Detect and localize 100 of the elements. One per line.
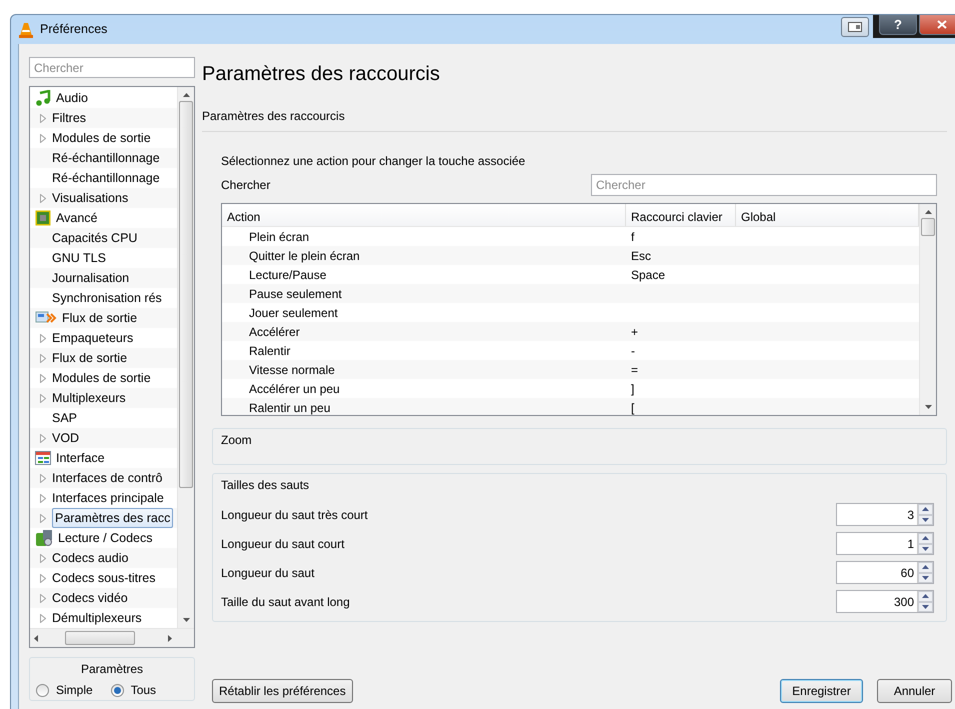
table-cell-text: Plein écran — [248, 228, 310, 246]
down-arrow-icon — [182, 618, 190, 622]
window-title: Préférences — [40, 21, 108, 38]
tree-item[interactable]: SAP — [52, 408, 78, 428]
expand-arrow-icon[interactable] — [40, 434, 47, 442]
up-arrow-icon — [924, 210, 932, 214]
search-field[interactable]: Chercher — [591, 174, 937, 196]
scrollbar-thumb[interactable] — [65, 631, 135, 645]
table-cell-text: - — [630, 342, 636, 360]
music-note-icon — [35, 90, 51, 106]
radio-button[interactable] — [36, 684, 49, 696]
expand-arrow-icon[interactable] — [40, 334, 47, 342]
expand-arrow-icon[interactable] — [40, 514, 47, 522]
radio-option[interactable]: Tous — [110, 681, 156, 699]
table-cell-text: Accélérer — [248, 324, 301, 340]
right-arrow-icon — [168, 634, 172, 642]
save-button[interactable]: Enregistrer — [780, 679, 863, 703]
scrollbar-thumb[interactable] — [921, 218, 935, 236]
box-gear-icon — [35, 529, 53, 547]
search-label: Chercher — [221, 177, 270, 194]
expand-arrow-icon[interactable] — [40, 474, 47, 482]
group-title: Paramètres — [80, 661, 144, 678]
monitor-arrow-icon — [35, 311, 57, 325]
expand-arrow-icon[interactable] — [40, 354, 47, 362]
expand-arrow-icon[interactable] — [40, 194, 47, 202]
reset-button[interactable]: Rétablir les préférences — [212, 679, 353, 703]
search-field[interactable]: Chercher — [29, 57, 195, 78]
field-label: Longueur du saut — [221, 564, 314, 582]
field-label: Taille du saut avant long — [221, 594, 350, 610]
radio-button[interactable] — [110, 684, 124, 696]
expand-arrow-icon[interactable] — [40, 394, 47, 402]
close-icon — [937, 20, 947, 29]
table-cell-text: Esc — [630, 248, 652, 264]
radio-option[interactable]: Simple — [36, 681, 93, 699]
snap-button[interactable] — [841, 17, 869, 37]
tree-item[interactable]: Paramètres des racc — [52, 508, 174, 528]
tree-item[interactable]: GNU TLS — [52, 248, 106, 268]
table-cell-text: Pause seulement — [248, 286, 343, 302]
expand-arrow-icon[interactable] — [40, 594, 47, 602]
expand-arrow-icon[interactable] — [40, 114, 47, 122]
table-cell-text: + — [630, 324, 640, 340]
section-title: Paramètres des raccourcis — [202, 109, 345, 123]
table-cell-text: Ralentir — [248, 342, 292, 360]
table-cell-text: [ — [630, 400, 636, 415]
page-title: Paramètres des raccourcis — [202, 62, 441, 87]
up-arrow-icon — [182, 93, 190, 97]
spin-buttons[interactable] — [917, 533, 933, 554]
tree-item[interactable]: Modules de sortie — [52, 128, 151, 148]
spin-buttons[interactable] — [917, 591, 933, 612]
table-cell-text: Vitesse normale — [248, 362, 336, 378]
left-arrow-icon — [34, 634, 38, 642]
number-spinner[interactable]: 1 — [836, 532, 934, 555]
spin-buttons[interactable] — [917, 562, 933, 583]
spin-buttons[interactable] — [917, 504, 933, 525]
expand-arrow-icon[interactable] — [40, 554, 47, 562]
window-icon — [848, 22, 862, 32]
tree-item[interactable]: Codecs sous-titres — [52, 568, 156, 588]
field-label: Longueur du saut très court — [221, 506, 368, 524]
scrollbar[interactable] — [177, 87, 194, 628]
expand-arrow-icon[interactable] — [40, 614, 47, 622]
scrollbar[interactable] — [919, 204, 936, 415]
tree-item[interactable]: Avancé — [56, 208, 98, 228]
table-cell-text: f — [630, 228, 636, 246]
help-button[interactable]: ? — [879, 15, 917, 35]
app-icon — [19, 22, 33, 38]
table-cell-text: ] — [630, 380, 636, 398]
tree-item[interactable]: Modules de sortie — [52, 368, 151, 388]
window-icon — [35, 451, 51, 465]
tree-item[interactable]: Audio — [56, 88, 88, 108]
tree-item[interactable]: Ré-échantillonnage — [52, 168, 160, 188]
instruction-text: Sélectionnez une action pour changer la touche associée — [221, 153, 526, 170]
table-cell-text: = — [630, 362, 640, 378]
tree-item[interactable]: Démultiplexeurs — [52, 608, 142, 628]
chip-icon — [35, 210, 51, 226]
number-spinner[interactable]: 300 — [836, 590, 934, 613]
table-cell-text: Lecture/Pause — [248, 266, 328, 284]
horizontal-scrollbar[interactable] — [30, 628, 194, 647]
down-arrow-icon — [924, 405, 932, 409]
tree-item[interactable]: Synchronisation rés — [52, 288, 162, 308]
tree-item[interactable]: Interfaces principale — [52, 488, 164, 508]
column-header[interactable]: Action — [222, 204, 626, 226]
expand-arrow-icon[interactable] — [40, 134, 47, 142]
tree-item[interactable]: VOD — [52, 428, 80, 448]
table-cell-text: Jouer seulement — [248, 304, 339, 322]
column-header[interactable]: Raccourci clavier — [626, 204, 736, 226]
tree-item[interactable]: Lecture / Codecs — [58, 528, 152, 548]
cancel-button[interactable]: Annuler — [877, 679, 952, 703]
table-cell-text: Accélérer un peu — [248, 380, 341, 398]
number-spinner[interactable]: 60 — [836, 561, 934, 584]
table-cell-text: Ralentir un peu — [248, 400, 332, 415]
number-spinner[interactable]: 3 — [836, 503, 934, 526]
tree-item[interactable]: Empaqueteurs — [52, 328, 134, 348]
table-cell-text: Quitter le plein écran — [248, 248, 361, 264]
scrollbar-thumb[interactable] — [179, 101, 193, 488]
tree-item[interactable]: Interface — [56, 448, 105, 468]
close-button[interactable] — [919, 15, 955, 35]
expand-arrow-icon[interactable] — [40, 494, 47, 502]
expand-arrow-icon[interactable] — [40, 574, 47, 582]
expand-arrow-icon[interactable] — [40, 374, 47, 382]
group-title: Zoom — [221, 432, 252, 449]
